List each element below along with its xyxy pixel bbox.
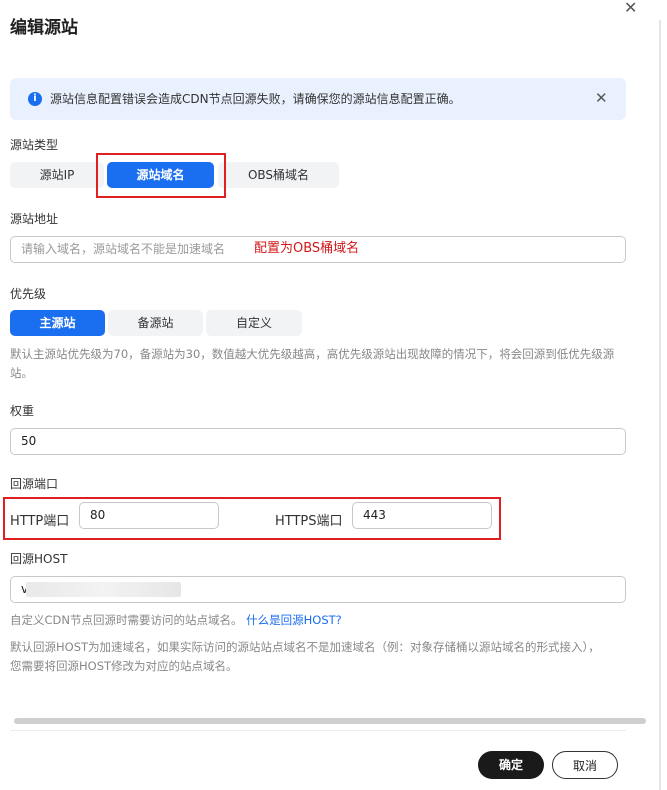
origin-type-obs-button[interactable]: OBS桶域名 xyxy=(218,162,339,188)
priority-label: 优先级 xyxy=(10,287,47,301)
origin-address-placeholder: 请输入域名，源站域名不能是加速域名 xyxy=(21,242,226,256)
origin-host-note: 默认回源HOST为加速域名，如果实际访问的源站站点域名不是加速域名（例：对象存储… xyxy=(10,640,600,673)
alert-message: 源站信息配置错误会造成CDN节点回源失败，请确保您的源站信息配置正确。 xyxy=(50,92,461,106)
confirm-button[interactable]: 确定 xyxy=(478,751,544,779)
priority-backup-button[interactable]: 备源站 xyxy=(108,310,203,336)
origin-host-redacted xyxy=(26,582,181,597)
dialog-close-icon[interactable]: ✕ xyxy=(624,0,637,16)
horizontal-scrollbar[interactable] xyxy=(14,718,646,724)
origin-type-label: 源站类型 xyxy=(10,138,59,152)
priority-hint: 默认主源站优先级为70，备源站为30，数值越大优先级越高，高优先级源站出现故障的… xyxy=(10,347,615,380)
alert-close-icon[interactable]: ✕ xyxy=(595,90,608,106)
origin-address-annotation: 配置为OBS桶域名 xyxy=(254,241,360,256)
cancel-button[interactable]: 取消 xyxy=(552,751,618,779)
origin-type-ip-button[interactable]: 源站IP xyxy=(10,162,104,188)
origin-host-hint: 自定义CDN节点回源时需要访问的站点域名。 什么是回源HOST? xyxy=(10,611,342,630)
origin-host-hint-text: 自定义CDN节点回源时需要访问的站点域名。 xyxy=(10,613,243,627)
info-alert: i 源站信息配置错误会造成CDN节点回源失败，请确保您的源站信息配置正确。 ✕ xyxy=(10,78,626,120)
https-port-label: HTTPS端口 xyxy=(275,514,343,529)
vertical-scrollbar[interactable] xyxy=(659,20,661,790)
highlight-box-origin-type xyxy=(96,153,226,198)
priority-custom-button[interactable]: 自定义 xyxy=(206,310,302,336)
http-port-label: HTTP端口 xyxy=(10,514,70,529)
origin-address-label: 源站地址 xyxy=(10,212,59,226)
https-port-input[interactable]: 443 xyxy=(352,502,492,529)
http-port-input[interactable]: 80 xyxy=(79,502,219,529)
weight-label: 权重 xyxy=(10,404,35,418)
priority-primary-button[interactable]: 主源站 xyxy=(10,310,105,336)
footer-divider xyxy=(10,730,626,731)
weight-input[interactable]: 50 xyxy=(10,428,626,455)
info-circle-icon: i xyxy=(28,92,42,106)
origin-host-label: 回源HOST xyxy=(10,552,68,566)
what-is-origin-host-link[interactable]: 什么是回源HOST? xyxy=(246,613,342,627)
dialog-title: 编辑源站 xyxy=(10,18,78,38)
origin-port-label: 回源端口 xyxy=(10,477,59,491)
